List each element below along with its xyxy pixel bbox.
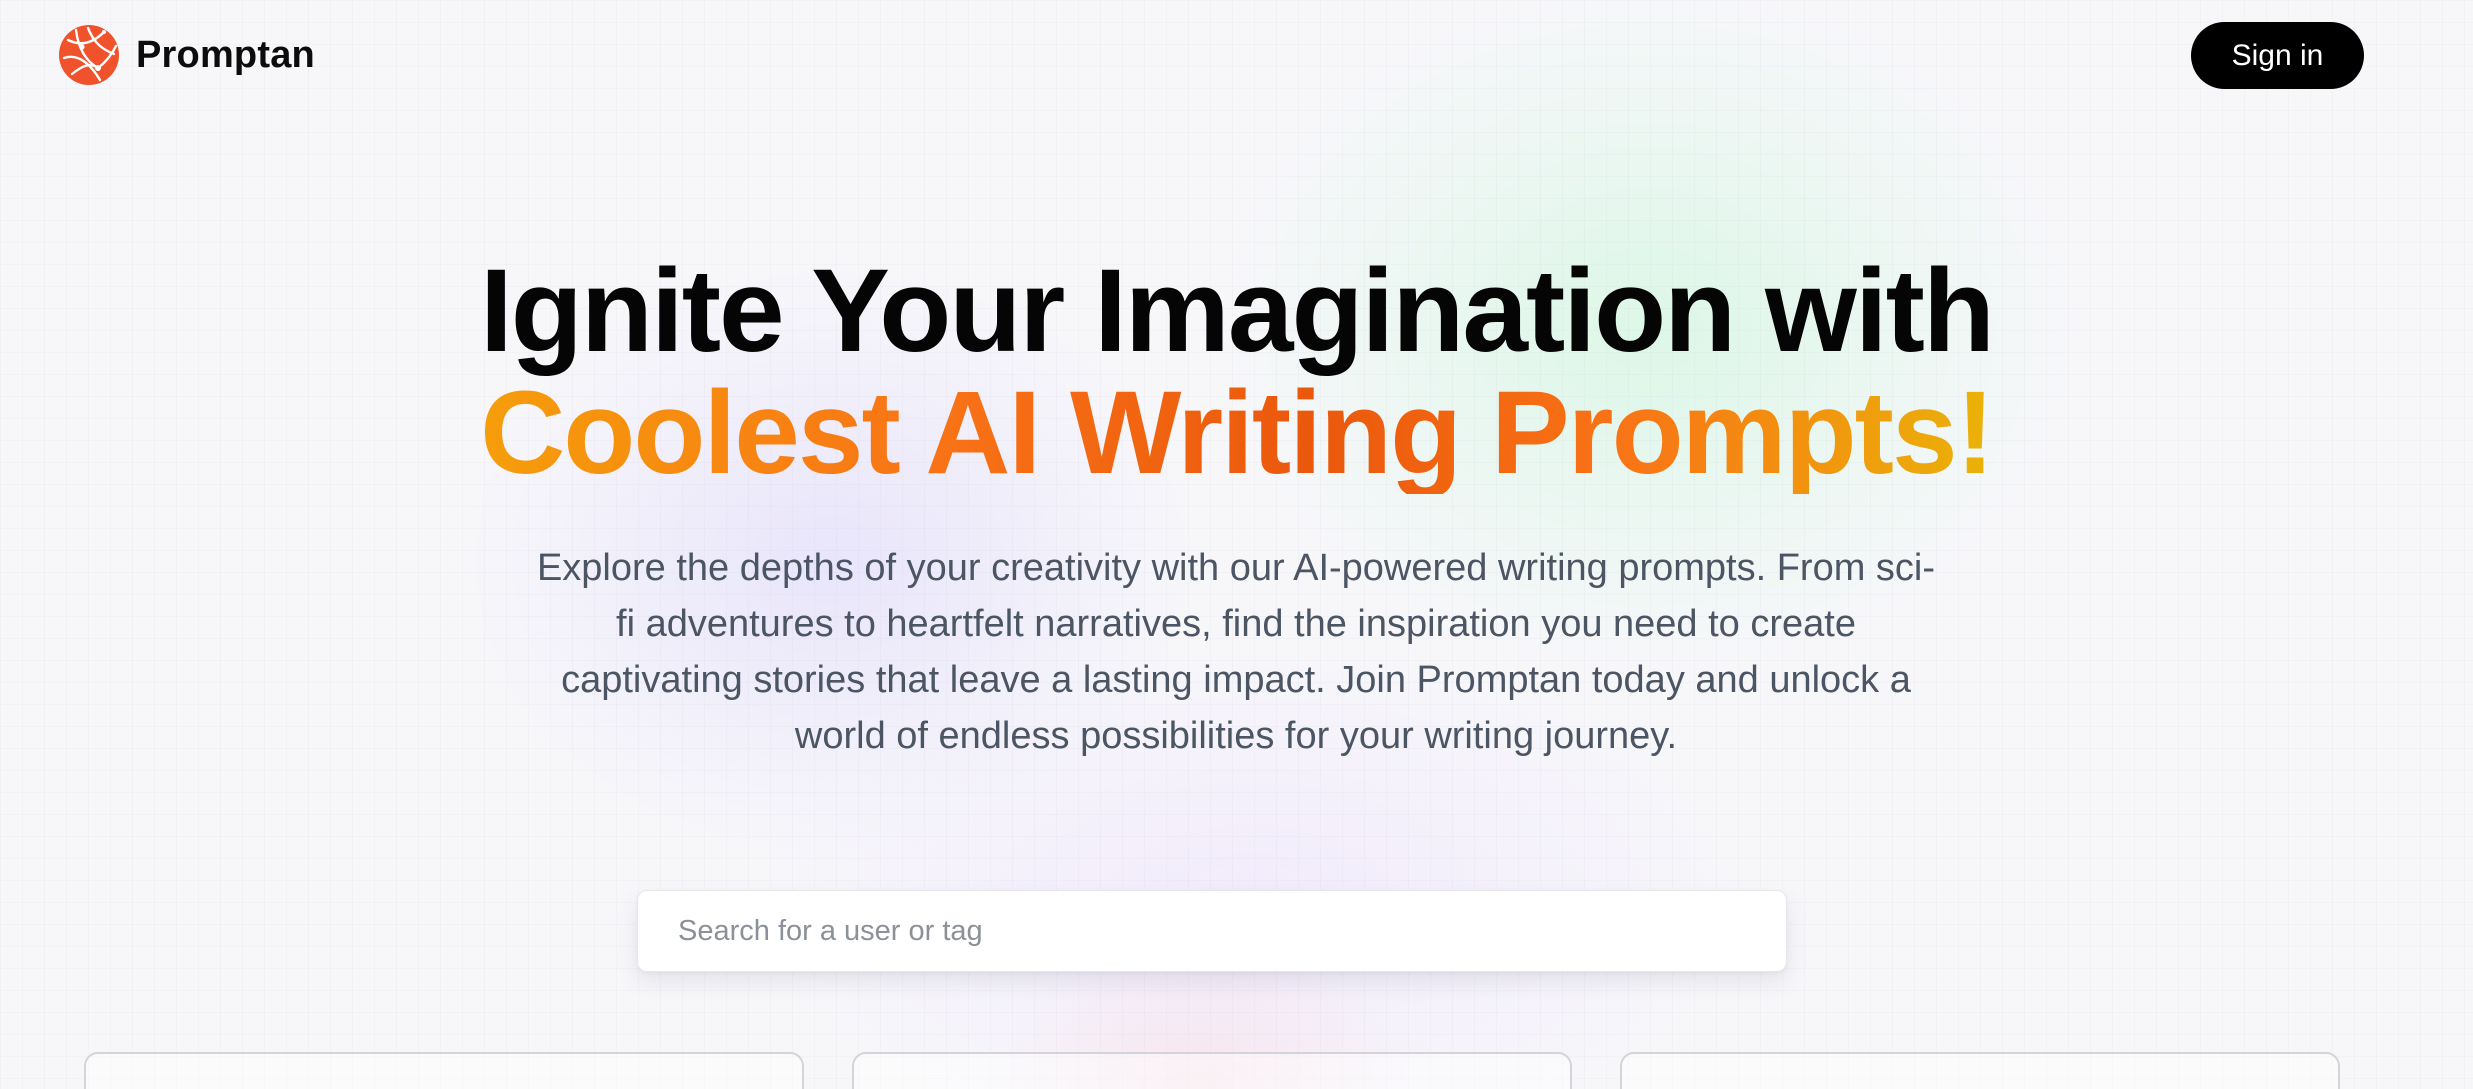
- hero-title-line-2: Coolest AI Writing Prompts!: [480, 367, 1995, 499]
- prompt-card[interactable]: [84, 1052, 804, 1089]
- sign-in-button[interactable]: Sign in: [2191, 22, 2364, 89]
- brand-name: Promptan: [136, 33, 315, 76]
- prompt-card[interactable]: [852, 1052, 1572, 1089]
- globe-network-logo-icon: [59, 25, 119, 85]
- search-input[interactable]: [638, 891, 1786, 971]
- hero-headline: Ignite Your Imagination with Coolest AI …: [0, 250, 2473, 494]
- top-nav: Promptan Sign in: [0, 0, 2473, 110]
- hero-description: Explore the depths of your creativity wi…: [536, 547, 1936, 757]
- search-box: [637, 890, 1787, 972]
- brand-home-link[interactable]: Promptan: [58, 24, 315, 86]
- prompt-card[interactable]: [1620, 1052, 2340, 1089]
- hero-title-line-1: Ignite Your Imagination with: [480, 245, 1995, 377]
